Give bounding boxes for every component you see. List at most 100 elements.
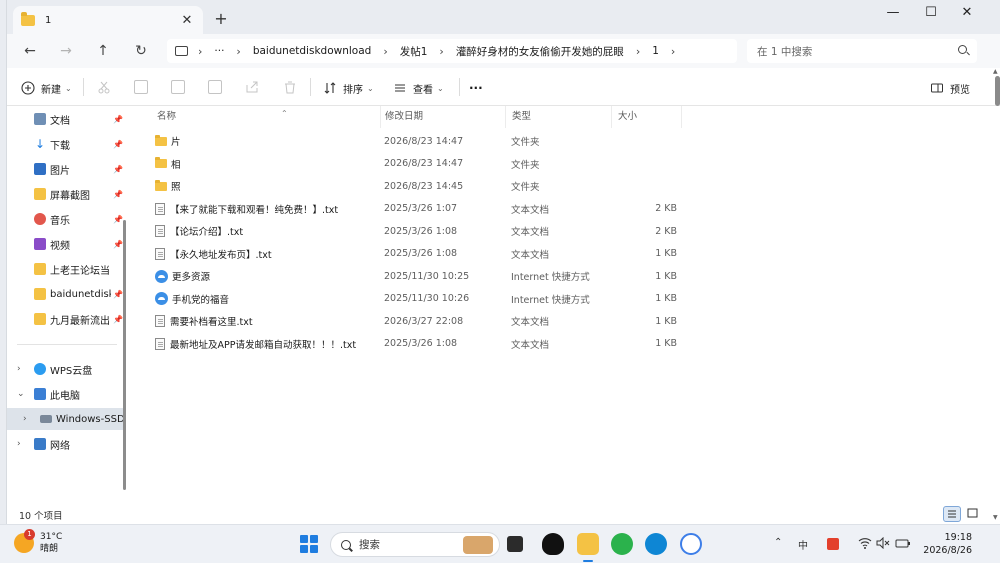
close-window-button[interactable]: ✕ [949, 2, 985, 24]
tab-1[interactable]: 1 ✕ [13, 6, 203, 34]
search-icon[interactable] [958, 45, 967, 54]
sidebar-item-videos[interactable]: 视频 📌 [7, 233, 125, 255]
sidebar-item-network[interactable]: › 网络 [7, 433, 125, 455]
volume-muted-icon[interactable] [876, 536, 890, 552]
forward-button[interactable]: → [55, 42, 77, 60]
wifi-icon[interactable] [858, 537, 872, 552]
sort-button[interactable]: 排序 ⌄ [323, 80, 374, 96]
file-row[interactable]: 片 2026/8/23 14:47 文件夹 [137, 130, 677, 152]
sidebar-item-windows-ssd[interactable]: › Windows-SSD [7, 408, 125, 430]
paste-icon[interactable] [171, 80, 185, 94]
breadcrumb-item[interactable]: baidunetdiskdownload [253, 45, 371, 57]
sidebar-item-screenshots[interactable]: 屏幕截图 📌 [7, 183, 125, 205]
file-name-cell[interactable]: 最新地址及APP请发邮箱自动获取！！！.txt [155, 337, 356, 351]
sidebar-item-documents[interactable]: 文档 📌 [7, 108, 125, 130]
search-input[interactable]: 在 1 中搜索 [747, 39, 977, 63]
chevron-right-icon[interactable]: › [17, 439, 21, 449]
scrollbar-thumb[interactable] [123, 220, 126, 490]
file-name-cell[interactable]: 片 [155, 134, 181, 148]
file-row[interactable]: 【来了就能下载和观看！纯免费！】.txt 2025/3/26 1:07 文本文档 2 … [137, 198, 677, 220]
file-row[interactable]: 更多资源 2025/11/30 10:25 Internet 快捷方式 1 KB [137, 265, 677, 287]
delete-icon[interactable] [283, 80, 297, 94]
sidebar-item-music[interactable]: 音乐 📌 [7, 208, 125, 230]
back-button[interactable]: ← [19, 42, 41, 60]
cut-icon[interactable] [97, 80, 111, 94]
tray-chevron-up-icon[interactable]: ⌃ [774, 537, 782, 548]
weather-widget[interactable]: 1 31°C 晴朗 [14, 529, 62, 555]
file-explorer-icon[interactable] [577, 533, 599, 562]
up-button[interactable]: ↑ [92, 42, 114, 60]
file-name-cell[interactable]: 更多资源 [155, 269, 210, 283]
navigation-pane-scrollbar[interactable] [123, 110, 127, 490]
input-method-indicator[interactable]: 中 [798, 537, 808, 552]
new-tab-button[interactable]: + [212, 9, 230, 28]
breadcrumb-item[interactable]: 1 [652, 45, 659, 57]
file-name-cell[interactable]: 【论坛介绍】.txt [155, 224, 243, 238]
qq-icon[interactable] [542, 533, 564, 555]
system-clock[interactable]: 19:18 2026/8/26 [910, 531, 972, 557]
chevron-right-icon[interactable]: › [17, 364, 21, 374]
sidebar-item-folder[interactable]: 九月最新流出 📌 [7, 308, 125, 330]
file-name-cell[interactable]: 【永久地址发布页】.txt [155, 247, 272, 261]
column-header-size[interactable]: 大小 [612, 106, 682, 128]
minimize-button[interactable]: — [875, 2, 911, 24]
battery-icon[interactable] [895, 537, 911, 552]
file-row[interactable]: 需要补档看这里.txt 2026/3/27 22:08 文本文档 1 KB [137, 310, 677, 332]
file-row[interactable]: 相 2026/8/23 14:47 文件夹 [137, 153, 677, 175]
file-date: 2025/3/26 1:08 [384, 248, 458, 259]
breadcrumb-separator: › [439, 44, 444, 58]
edge-icon[interactable] [645, 533, 667, 555]
file-row[interactable]: 【论坛介绍】.txt 2025/3/26 1:08 文本文档 2 KB [137, 220, 677, 242]
new-button[interactable]: 新建 ⌄ [21, 80, 72, 96]
wechat-icon[interactable] [611, 533, 633, 555]
maximize-button[interactable]: ☐ [913, 2, 949, 24]
details-view-button[interactable] [943, 506, 961, 522]
file-row[interactable]: 照 2026/8/23 14:45 文件夹 [137, 175, 677, 197]
tab-close-icon[interactable]: ✕ [179, 13, 195, 28]
breadcrumb-item[interactable]: 灌醉好身材的女友偷偷开发她的屁眼 [456, 44, 624, 59]
sidebar-item-downloads[interactable]: ↓ 下载 📌 [7, 133, 125, 155]
scroll-down-icon[interactable]: ▼ [993, 514, 998, 521]
sidebar-item-this-pc[interactable]: ⌄ 此电脑 [7, 383, 125, 405]
address-bar[interactable]: › ··· › baidunetdiskdownload › 发帖1 › 灌醉好… [167, 39, 737, 63]
sidebar-item-wps-cloud[interactable]: › WPS云盘 [7, 358, 125, 380]
chevron-right-icon[interactable]: › [23, 414, 27, 424]
scrollbar-thumb[interactable] [995, 76, 1000, 106]
column-header-date[interactable]: 修改日期 [379, 106, 506, 128]
tiles-view-button[interactable] [965, 506, 983, 522]
search-icon [341, 539, 351, 550]
view-button[interactable]: 查看 ⌄ [393, 80, 444, 96]
preview-pane-icon [930, 81, 944, 95]
column-header-name[interactable]: 名称 ⌃ [151, 106, 381, 128]
file-name-cell[interactable]: 【来了就能下载和观看！纯免费！】.txt [155, 202, 338, 216]
breadcrumb-item[interactable]: 发帖1 [400, 44, 428, 59]
file-name-cell[interactable]: 手机党的福音 [155, 292, 229, 306]
share-icon[interactable] [245, 80, 259, 94]
taskbar-search[interactable]: 搜索 [330, 532, 500, 557]
file-row[interactable]: 手机党的福音 2025/11/30 10:26 Internet 快捷方式 1 KB [137, 288, 677, 310]
file-row[interactable]: 最新地址及APP请发邮箱自动获取！！！.txt 2025/3/26 1:08 文本文… [137, 333, 677, 355]
sidebar-item-folder[interactable]: 上老王论坛当 [7, 258, 125, 280]
preview-pane-button[interactable]: 预览 [930, 80, 970, 96]
main-scrollbar[interactable]: ▲ ▼ [993, 68, 1000, 524]
file-name-cell[interactable]: 需要补档看这里.txt [155, 314, 253, 328]
sidebar-item-label: 九月最新流出 [50, 315, 110, 327]
file-row[interactable]: 【永久地址发布页】.txt 2025/3/26 1:08 文本文档 1 KB [137, 243, 677, 265]
chevron-down-icon[interactable]: ⌄ [17, 389, 25, 399]
baidu-netdisk-icon[interactable] [680, 533, 702, 555]
file-name-cell[interactable]: 相 [155, 157, 181, 171]
task-view-icon[interactable] [507, 536, 523, 552]
file-name-cell[interactable]: 照 [155, 179, 181, 193]
breadcrumb-ellipsis[interactable]: ··· [214, 45, 224, 57]
sogou-ime-icon[interactable] [827, 538, 839, 550]
copy-icon[interactable] [134, 80, 148, 94]
start-button[interactable] [300, 535, 318, 553]
file-name: 需要补档看这里.txt [170, 317, 253, 328]
column-header-type[interactable]: 类型 [506, 106, 612, 128]
more-options-button[interactable]: ··· [469, 80, 483, 96]
sidebar-item-pictures[interactable]: 图片 📌 [7, 158, 125, 180]
refresh-button[interactable]: ↻ [130, 42, 152, 60]
rename-icon[interactable] [208, 80, 222, 94]
sidebar-item-baidunetdisk[interactable]: baidunetdisk 📌 [7, 283, 125, 305]
scroll-up-icon[interactable]: ▲ [993, 68, 998, 75]
